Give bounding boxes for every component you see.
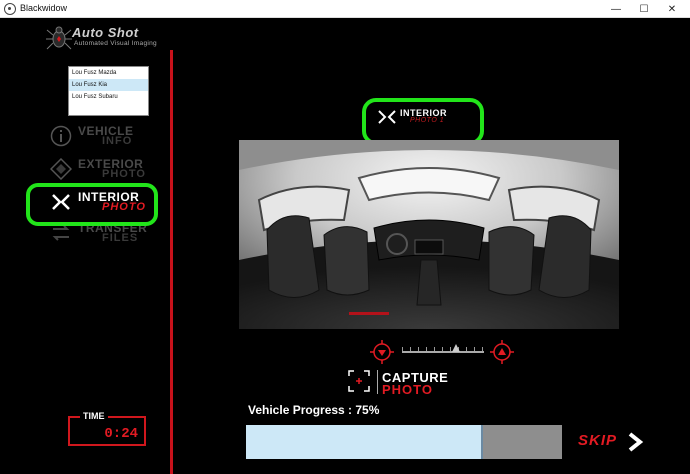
vehicle-progress-fill bbox=[246, 425, 483, 459]
dealer-item[interactable]: Lou Fusz Mazda bbox=[69, 67, 148, 79]
camera-preview[interactable] bbox=[239, 140, 619, 329]
chevron-right-icon bbox=[628, 432, 644, 452]
app-logo: Auto Shot Automated Visual Imaging bbox=[44, 24, 170, 54]
capture-divider bbox=[377, 370, 378, 394]
menu-vehicle-info-line2: INFO bbox=[102, 135, 133, 147]
exposure-slider[interactable] bbox=[366, 338, 518, 366]
highlight-ring-menu bbox=[26, 183, 158, 226]
menu-transfer-files-line2: FILES bbox=[102, 232, 139, 244]
close-button[interactable]: ✕ bbox=[658, 0, 686, 18]
decrease-icon[interactable] bbox=[370, 340, 394, 364]
info-icon bbox=[50, 125, 72, 147]
logo-brand: Auto Shot bbox=[72, 25, 139, 40]
window-title: Blackwidow bbox=[20, 3, 68, 13]
skip-button[interactable]: SKIP bbox=[576, 430, 646, 454]
increase-icon[interactable] bbox=[490, 340, 514, 364]
timer-label: TIME bbox=[80, 411, 108, 421]
capture-frame-icon bbox=[348, 370, 370, 392]
app-icon bbox=[4, 3, 16, 15]
dealer-item-selected[interactable]: Lou Fusz Kia bbox=[69, 79, 148, 91]
slider-track[interactable] bbox=[402, 351, 484, 353]
menu-vehicle-info[interactable]: VEHICLE INFO bbox=[46, 121, 168, 151]
logo-tagline: Automated Visual Imaging bbox=[74, 40, 157, 47]
capture-line2: PHOTO bbox=[382, 382, 433, 397]
diamond-icon bbox=[50, 158, 72, 180]
vehicle-progress-label: Vehicle Progress : 75% bbox=[248, 403, 380, 417]
dealer-list[interactable]: Lou Fusz Mazda Lou Fusz Kia Lou Fusz Sub… bbox=[68, 66, 149, 116]
highlight-ring-mode bbox=[362, 98, 484, 145]
capture-photo-button[interactable]: CAPTURE PHOTO bbox=[346, 368, 496, 397]
menu-exterior-photo-line2: PHOTO bbox=[102, 168, 146, 180]
menu-exterior-photo[interactable]: EXTERIOR PHOTO bbox=[46, 154, 168, 184]
timer-value: 0:24 bbox=[104, 426, 138, 442]
window-titlebar: Blackwidow — ☐ ✕ bbox=[0, 0, 690, 18]
timer: TIME 0:24 bbox=[68, 411, 146, 446]
maximize-button[interactable]: ☐ bbox=[630, 0, 658, 18]
interior-panorama-image bbox=[239, 140, 619, 329]
skip-label: SKIP bbox=[578, 432, 618, 449]
slider-thumb[interactable] bbox=[452, 344, 460, 352]
dealer-item[interactable]: Lou Fusz Subaru bbox=[69, 91, 148, 103]
spider-logo-icon bbox=[46, 26, 72, 50]
minimize-button[interactable]: — bbox=[602, 0, 630, 18]
vehicle-progress-bar bbox=[246, 425, 562, 459]
sidebar-divider bbox=[170, 50, 173, 474]
